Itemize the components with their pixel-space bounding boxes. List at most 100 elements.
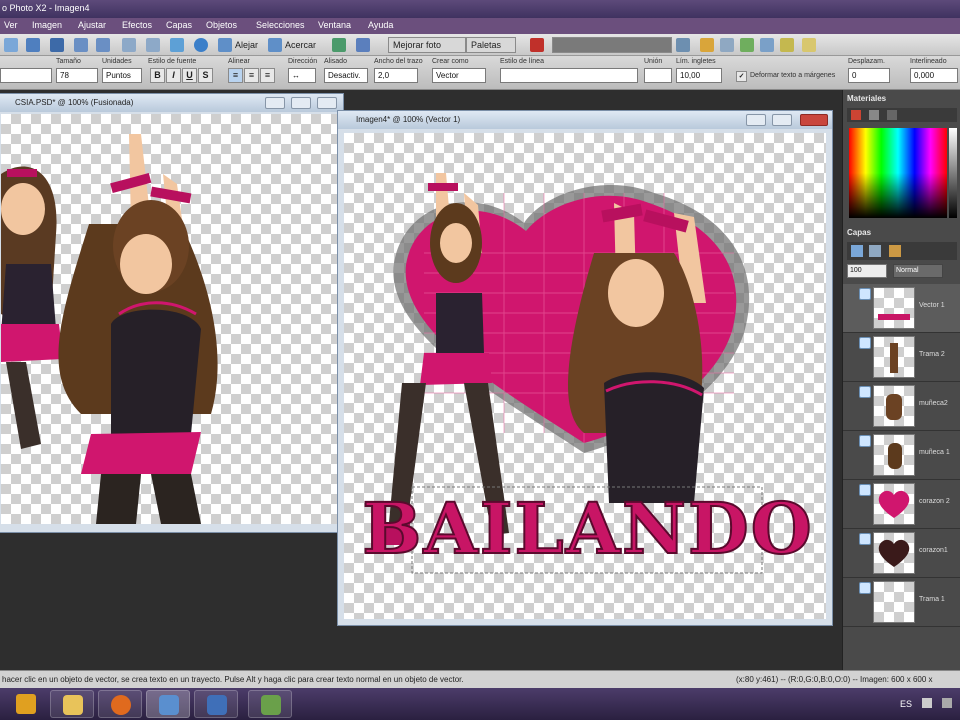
mejorar-foto-dropdown[interactable]: Mejorar foto (388, 37, 466, 53)
menu-objetos[interactable]: Objetos (206, 20, 237, 30)
tray-icon[interactable] (922, 698, 932, 708)
paletas-dropdown[interactable]: Paletas (466, 37, 516, 53)
acercar-button[interactable]: Acercar (285, 40, 316, 50)
minimize-icon[interactable] (746, 114, 766, 126)
bold-button[interactable]: B (150, 68, 165, 83)
script-icon[interactable] (332, 38, 346, 52)
pencil-icon[interactable] (740, 38, 754, 52)
antialias-select[interactable]: Desactiv. (324, 68, 368, 83)
zoom-out-icon[interactable] (218, 38, 232, 52)
canvas-left[interactable] (1, 114, 337, 524)
document-caption-right[interactable]: Imagen4* @ 100% (Vector 1) (338, 111, 832, 129)
align-center-icon[interactable]: ≡ (244, 68, 259, 83)
align-right-icon[interactable]: ≡ (260, 68, 275, 83)
size-select[interactable]: 78 (56, 68, 98, 83)
direction-select[interactable]: ↔ (288, 68, 316, 83)
layer-row[interactable]: muñeca2 (843, 382, 960, 431)
strikethrough-icon[interactable]: S (198, 68, 213, 83)
visibility-icon[interactable] (859, 288, 871, 300)
taskbar-app4[interactable] (194, 690, 238, 718)
materiales-tabs[interactable] (847, 108, 957, 122)
redo-icon[interactable] (96, 38, 110, 52)
menu-imagen[interactable]: Imagen (32, 20, 62, 30)
folder-icon[interactable] (700, 38, 714, 52)
layer-row[interactable]: corazon1 (843, 529, 960, 578)
line-style-select[interactable] (500, 68, 638, 83)
menu-ajustar[interactable]: Ajustar (78, 20, 106, 30)
language-indicator[interactable]: ES (900, 699, 912, 709)
leading-input[interactable]: 0,000 (910, 68, 958, 83)
visibility-icon[interactable] (859, 582, 871, 594)
menu-ver[interactable]: Ver (4, 20, 18, 30)
units-select[interactable]: Puntos (102, 68, 142, 83)
copy-icon[interactable] (122, 38, 136, 52)
save-icon[interactable] (50, 38, 64, 52)
eyedropper-icon[interactable] (760, 38, 774, 52)
palette-icon[interactable] (780, 38, 794, 52)
document-caption-left[interactable]: CSIA.PSD* @ 100% (Fusionada) (0, 94, 343, 112)
visibility-icon[interactable] (859, 484, 871, 496)
script-edit-icon[interactable] (676, 38, 690, 52)
italic-button[interactable]: I (166, 68, 181, 83)
create-as-select[interactable]: Vector (432, 68, 486, 83)
layer-props-icon[interactable] (869, 245, 881, 257)
join-select[interactable] (644, 68, 672, 83)
pattern-tab-icon[interactable] (887, 110, 897, 120)
menu-ayuda[interactable]: Ayuda (368, 20, 393, 30)
menu-efectos[interactable]: Efectos (122, 20, 152, 30)
document-window-right[interactable]: Imagen4* @ 100% (Vector 1) BAILANDO (337, 110, 833, 626)
palette-tab-icon[interactable] (851, 110, 861, 120)
blend-mode-select[interactable]: Normal (893, 264, 943, 278)
font-select[interactable] (0, 68, 52, 83)
close-icon[interactable] (317, 97, 337, 109)
minimize-icon[interactable] (265, 97, 285, 109)
alejar-button[interactable]: Alejar (235, 40, 258, 50)
menu-capas[interactable]: Capas (166, 20, 192, 30)
taskbar-explorer[interactable] (50, 690, 94, 718)
swatch-tab-icon[interactable] (869, 110, 879, 120)
zoom-in-icon[interactable] (268, 38, 282, 52)
layer-row[interactable]: muñeca 1 (843, 431, 960, 480)
browser-icon[interactable] (802, 38, 816, 52)
taskbar-app5[interactable] (248, 690, 292, 718)
start-button[interactable] (4, 690, 48, 718)
open-file-icon[interactable] (26, 38, 40, 52)
layer-row[interactable]: corazon 2 (843, 480, 960, 529)
color-picker[interactable] (849, 128, 947, 218)
check-icon[interactable] (720, 38, 734, 52)
layer-row[interactable]: Vector 1 (843, 284, 960, 333)
visibility-icon[interactable] (859, 435, 871, 447)
document-window-left[interactable]: CSIA.PSD* @ 100% (Fusionada) (0, 93, 344, 533)
offset-input[interactable]: 0 (848, 68, 890, 83)
fit-icon[interactable] (170, 38, 184, 52)
brightness-strip[interactable] (949, 128, 957, 218)
menu-ventana[interactable]: Ventana (318, 20, 351, 30)
miter-limit-input[interactable]: 10,00 (676, 68, 722, 83)
layer-row[interactable]: Trama 2 (843, 333, 960, 382)
script-select[interactable] (552, 37, 672, 53)
maximize-icon[interactable] (772, 114, 792, 126)
maximize-icon[interactable] (291, 97, 311, 109)
stroke-width-input[interactable]: 2,0 (374, 68, 418, 83)
new-file-icon[interactable] (4, 38, 18, 52)
visibility-icon[interactable] (859, 386, 871, 398)
deformar-checkbox[interactable]: ✓ (736, 71, 747, 82)
delete-layer-icon[interactable] (889, 245, 901, 257)
menu-selecciones[interactable]: Selecciones (256, 20, 305, 30)
taskbar-firefox[interactable] (98, 690, 142, 718)
script-run-icon[interactable] (530, 38, 544, 52)
opacity-input[interactable]: 100 (847, 264, 887, 278)
undo-icon[interactable] (74, 38, 88, 52)
paste-icon[interactable] (146, 38, 160, 52)
volume-icon[interactable] (942, 698, 952, 708)
taskbar-paintshop[interactable] (146, 690, 190, 718)
info-icon[interactable] (194, 38, 208, 52)
new-layer-icon[interactable] (851, 245, 863, 257)
close-icon[interactable] (800, 114, 828, 126)
underline-button[interactable]: U (182, 68, 197, 83)
align-left-icon[interactable]: ≡ (228, 68, 243, 83)
visibility-icon[interactable] (859, 337, 871, 349)
banner-text[interactable]: BAILANDO (361, 486, 813, 571)
canvas-right[interactable]: BAILANDO (344, 133, 826, 619)
grid-icon[interactable] (356, 38, 370, 52)
